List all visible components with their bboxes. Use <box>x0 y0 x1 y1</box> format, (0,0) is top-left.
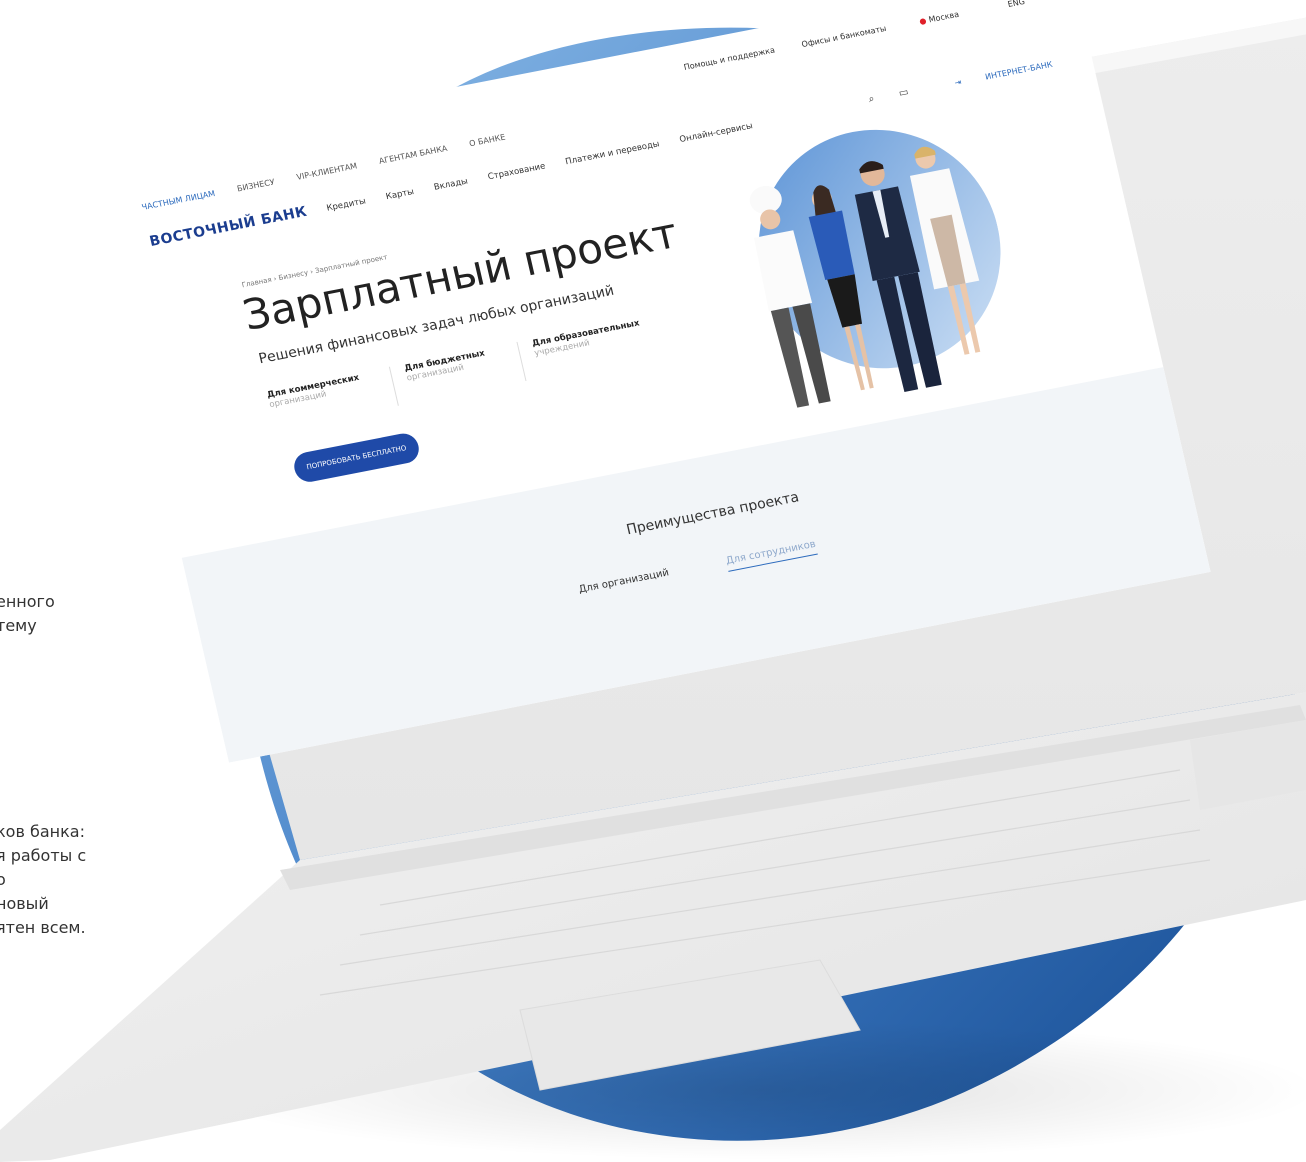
city-selector[interactable]: ● Москва <box>918 10 959 26</box>
segment-budget[interactable]: Для бюджетных организаций <box>404 348 488 383</box>
bank-logo[interactable]: ВОСТОЧНЫЙ БАНК <box>148 204 309 250</box>
search-icon[interactable]: ⌕ <box>868 93 876 105</box>
segment-nav-item[interactable]: О БАНКЕ <box>468 133 506 149</box>
nav-item-credits[interactable]: Кредиты <box>326 196 367 213</box>
help-link[interactable]: Помощь и поддержка <box>683 46 776 72</box>
segment-nav-item[interactable]: VIP-КЛИЕНТАМ <box>296 161 358 181</box>
nav-item-cards[interactable]: Карты <box>385 187 415 202</box>
nav-item-online[interactable]: Онлайн-сервисы <box>679 121 754 145</box>
segment-nav-item[interactable]: АГЕНТАМ БАНКА <box>378 144 448 166</box>
lang-switch[interactable]: ENG <box>1007 0 1026 9</box>
segment-divider <box>388 366 399 406</box>
segment-commercial[interactable]: Для коммерческих организаций <box>266 373 362 410</box>
nav-item-payments[interactable]: Платежи и переводы <box>564 139 660 167</box>
segment-nav-item[interactable]: БИЗНЕСУ <box>236 177 275 193</box>
nav-item-deposits[interactable]: Вклады <box>433 177 469 193</box>
segment-divider <box>516 341 527 382</box>
audience-segments: Для коммерческих организаций Для бюджетн… <box>266 311 690 440</box>
internet-bank-label: ИНТЕРНЕТ-БАНК <box>984 59 1054 82</box>
offices-link[interactable]: Офисы и банкоматы <box>801 24 887 49</box>
login-icon: ⇥ <box>953 77 963 88</box>
city-label: Москва <box>927 9 960 25</box>
segment-education[interactable]: Для образовательных учреждений <box>531 318 643 358</box>
hero-people-illustration <box>749 129 1001 408</box>
try-free-button[interactable]: ПОПРОБОВАТЬ БЕСПЛАТНО <box>291 431 422 485</box>
segment-nav-item[interactable]: ЧАСТНЫМ ЛИЦАМ <box>141 189 216 212</box>
chat-icon[interactable]: ▭ <box>898 87 910 100</box>
location-pin-icon: ● <box>918 16 928 27</box>
nav-item-insurance[interactable]: Страхование <box>487 161 546 182</box>
internet-bank-button[interactable]: ⇥ ИНТЕРНЕТ-БАНК <box>932 59 1054 92</box>
